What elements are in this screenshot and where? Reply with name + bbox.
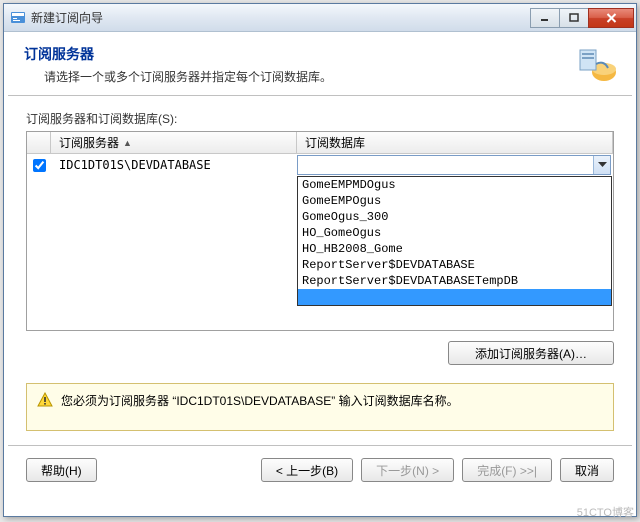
- add-server-row: 添加订阅服务器(A)…: [26, 341, 614, 365]
- list-item[interactable]: HO_HB2008_Gome: [298, 241, 611, 257]
- server-name: IDC1DT01S\DEVDATABASE: [51, 158, 297, 172]
- wizard-window: 新建订阅向导 订阅服务器 请选择一个或多个订阅服务器并指定每个订阅数据库。 订阅…: [3, 3, 637, 517]
- list-item[interactable]: GomeEMPOgus: [298, 193, 611, 209]
- list-item[interactable]: ReportServer$DEVDATABASE: [298, 257, 611, 273]
- database-cell: GomeEMPMDOgus GomeEMPOgus GomeOgus_300 H…: [297, 155, 613, 175]
- add-server-button[interactable]: 添加订阅服务器(A)…: [448, 341, 614, 365]
- titlebar[interactable]: 新建订阅向导: [4, 4, 636, 32]
- cancel-button[interactable]: 取消: [560, 458, 614, 482]
- app-icon: [10, 10, 26, 26]
- header-icon: [574, 44, 618, 84]
- grid-label: 订阅服务器和订阅数据库(S):: [26, 110, 614, 127]
- close-button[interactable]: [588, 8, 634, 28]
- database-combobox[interactable]: [297, 155, 611, 175]
- list-item[interactable]: HO_GomeOgus: [298, 225, 611, 241]
- warning-panel: 您必须为订阅服务器 “IDC1DT01S\DEVDATABASE” 输入订阅数据…: [26, 383, 614, 431]
- watermark: 51CTO博客: [577, 504, 634, 520]
- list-item[interactable]: ReportServer$DEVDATABASETempDB: [298, 273, 611, 289]
- page-subtitle: 请选择一个或多个订阅服务器并指定每个订阅数据库。: [44, 68, 574, 85]
- subscriber-grid: 订阅服务器▲ 订阅数据库 IDC1DT01S\DEVDATABASE GomeE…: [26, 131, 614, 331]
- wizard-footer: 帮助(H) < 上一步(B) 下一步(N) > 完成(F) >>| 取消: [4, 446, 636, 494]
- help-button[interactable]: 帮助(H): [26, 458, 97, 482]
- maximize-button[interactable]: [559, 8, 589, 28]
- window-controls: [531, 8, 634, 28]
- window-title: 新建订阅向导: [31, 9, 531, 26]
- grid-header: 订阅服务器▲ 订阅数据库: [27, 132, 613, 154]
- wizard-header: 订阅服务器 请选择一个或多个订阅服务器并指定每个订阅数据库。: [4, 32, 636, 95]
- database-dropdown-list: GomeEMPMDOgus GomeEMPOgus GomeOgus_300 H…: [297, 176, 612, 306]
- next-button[interactable]: 下一步(N) >: [361, 458, 454, 482]
- row-checkbox[interactable]: [33, 159, 46, 172]
- sort-asc-icon: ▲: [123, 138, 132, 148]
- row-checkbox-cell: [27, 159, 51, 172]
- header-check-col: [27, 132, 51, 153]
- column-database[interactable]: 订阅数据库: [297, 132, 613, 153]
- finish-button[interactable]: 完成(F) >>|: [462, 458, 552, 482]
- column-server[interactable]: 订阅服务器▲: [51, 132, 297, 153]
- warning-icon: [37, 392, 53, 408]
- minimize-button[interactable]: [530, 8, 560, 28]
- list-item-selected[interactable]: [298, 289, 611, 305]
- page-title: 订阅服务器: [24, 44, 574, 64]
- list-item[interactable]: GomeEMPMDOgus: [298, 177, 611, 193]
- list-item[interactable]: GomeOgus_300: [298, 209, 611, 225]
- table-row: IDC1DT01S\DEVDATABASE GomeEMPMDOgus Gome…: [27, 154, 613, 176]
- content-area: 订阅服务器和订阅数据库(S): 订阅服务器▲ 订阅数据库 IDC1DT01S\D…: [4, 96, 636, 371]
- chevron-down-icon: [598, 162, 607, 168]
- combobox-dropdown-button[interactable]: [593, 156, 610, 174]
- warning-text: 您必须为订阅服务器 “IDC1DT01S\DEVDATABASE” 输入订阅数据…: [61, 392, 459, 409]
- back-button[interactable]: < 上一步(B): [261, 458, 353, 482]
